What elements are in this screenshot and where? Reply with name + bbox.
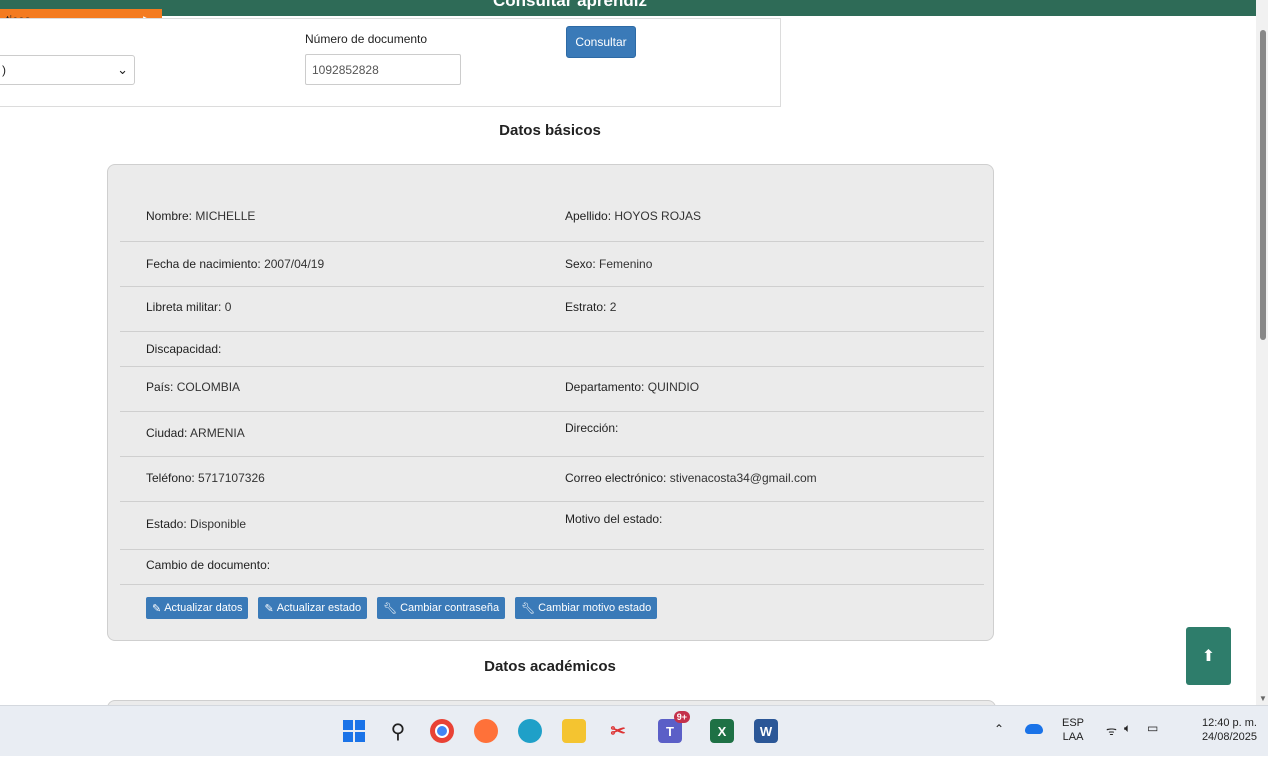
page-title: Consultar aprendiz	[493, 0, 647, 10]
data-row	[120, 332, 984, 367]
edit-icon: ✎	[152, 602, 162, 615]
data-row	[120, 502, 984, 550]
edge-icon[interactable]	[518, 719, 542, 743]
section-title-basic: Datos básicos	[499, 122, 601, 139]
field-apellido: Apellido: HOYOS ROJAS	[565, 209, 702, 223]
teams-icon[interactable]: T 9+	[658, 711, 690, 743]
teams-notification-badge: 9+	[673, 711, 690, 723]
field-telefono: Teléfono: 5717107326	[146, 471, 265, 485]
chevron-up-icon[interactable]: ⌃	[994, 722, 1004, 772]
data-row	[120, 165, 984, 242]
arrow-up-circle-icon: ⬆	[1201, 648, 1216, 665]
basic-data-card: Nombre: MICHELLE Apellido: HOYOS ROJAS F…	[107, 164, 994, 641]
field-sexo: Sexo: Femenino	[565, 257, 653, 271]
change-reason-button[interactable]: 🔧︎ Cambiar motivo estado	[515, 597, 658, 619]
action-buttons: ✎ Actualizar datos ✎ Actualizar estado 🔧…	[146, 597, 658, 619]
field-direccion: Dirección:	[565, 421, 619, 435]
onedrive-icon[interactable]	[1025, 724, 1043, 734]
scroll-down-arrow-icon[interactable]: ▼	[1259, 694, 1267, 703]
field-pais: País: COLOMBIA	[146, 380, 241, 394]
field-cambio-documento: Cambio de documento:	[146, 558, 271, 572]
chevron-down-icon: ⌄	[117, 62, 128, 77]
field-ciudad: Ciudad: ARMENIA	[146, 426, 245, 440]
data-row	[120, 367, 984, 412]
update-state-button[interactable]: ✎ Actualizar estado	[258, 597, 368, 619]
volume-icon[interactable]: 🔈︎	[1124, 721, 1131, 771]
word-icon[interactable]: W	[754, 719, 778, 743]
edit-icon: ✎	[264, 602, 274, 615]
scrollbar-thumb[interactable]	[1260, 30, 1266, 340]
section-title-academic: Datos académicos	[484, 658, 616, 675]
select-value: )	[2, 63, 6, 77]
update-data-button[interactable]: ✎ Actualizar datos	[146, 597, 249, 619]
field-departamento: Departamento: QUINDIO	[565, 380, 700, 394]
field-correo: Correo electrónico: stivenacosta34@gmail…	[565, 471, 817, 485]
field-discapacidad: Discapacidad:	[146, 342, 222, 356]
change-password-button[interactable]: 🔧︎ Cambiar contraseña	[377, 597, 506, 619]
document-number-input[interactable]: 1092852828	[305, 54, 461, 85]
field-fecha-nacimiento: Fecha de nacimiento: 2007/04/19	[146, 257, 325, 271]
page-scrollbar[interactable]: ▼	[1256, 0, 1268, 705]
excel-icon[interactable]: X	[710, 719, 734, 743]
file-explorer-icon[interactable]	[562, 719, 586, 743]
top-header-bar: Consultar aprendiz	[0, 0, 1256, 16]
scroll-to-top-button[interactable]: ⬆	[1186, 627, 1231, 685]
wrench-icon: 🔧︎	[383, 602, 398, 615]
data-row	[120, 412, 984, 457]
consultar-button[interactable]: Consultar	[566, 26, 636, 58]
field-estado: Estado: Disponible	[146, 517, 247, 531]
document-number-label: Número de documento	[305, 32, 428, 46]
firefox-icon[interactable]	[474, 719, 498, 743]
clock[interactable]: 12:40 p. m. 24/08/2025	[1185, 716, 1257, 766]
language-indicator[interactable]: ESP LAA	[1062, 716, 1084, 766]
wifi-icon[interactable]: ᯤ	[1106, 722, 1117, 772]
windows-start-icon[interactable]	[342, 719, 366, 743]
field-motivo-estado: Motivo del estado:	[565, 512, 663, 526]
windows-taskbar: ⚲ ✂ T 9+ X W ⌃ ESP LAA ᯤ 🔈︎ ▭ 12:40 p. m.…	[0, 705, 1268, 756]
snipping-tool-icon[interactable]: ✂	[606, 719, 630, 743]
wrench-icon: 🔧︎	[521, 602, 536, 615]
field-libreta-militar: Libreta militar: 0	[146, 300, 232, 314]
data-row	[120, 287, 984, 332]
document-type-select[interactable]: ) ⌄	[0, 55, 135, 85]
battery-icon[interactable]: ▭	[1147, 721, 1158, 771]
search-icon[interactable]: ⚲	[386, 719, 410, 743]
chrome-icon[interactable]	[430, 719, 454, 743]
field-nombre: Nombre: MICHELLE	[146, 209, 256, 223]
field-estrato: Estrato: 2	[565, 300, 617, 314]
